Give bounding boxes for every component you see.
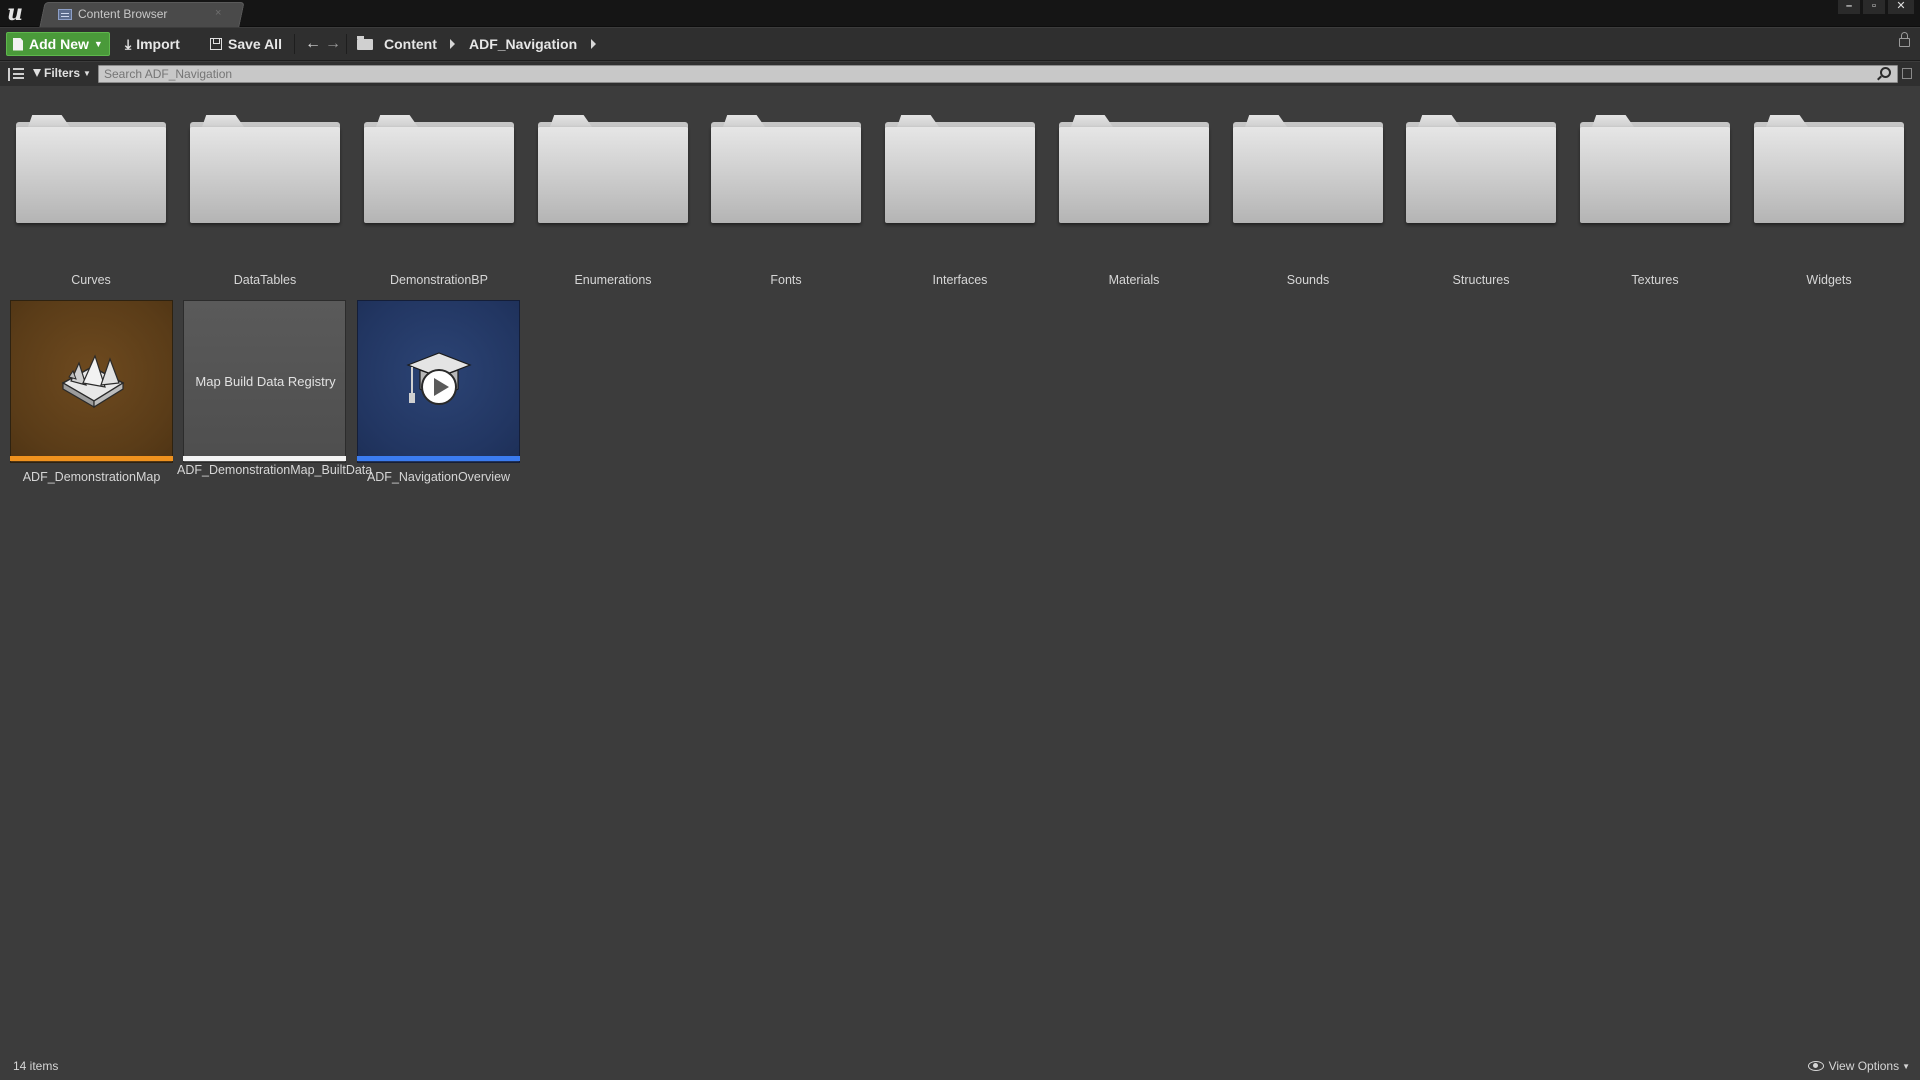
folder-curves[interactable]: Curves [16,115,166,305]
status-bar: 14 items View Options ▼ [0,1055,1920,1080]
add-new-button[interactable]: Add New ▼ [6,32,110,56]
asset-type-color-bar [183,456,346,461]
folder-icon [1754,115,1904,223]
add-new-label: Add New [29,36,89,52]
folder-icon [538,115,688,223]
save-all-button[interactable]: Save All [210,32,282,56]
filter-bar: Filters ▼ [0,62,1920,86]
folder-fonts[interactable]: Fonts [711,115,861,305]
folder-label: Enumerations [574,273,652,287]
tab-content-browser[interactable]: Content Browser × [42,2,242,27]
asset-thumbnail [10,300,173,463]
tab-label: Content Browser [78,7,168,21]
folder-open-icon[interactable] [357,36,373,50]
save-all-label: Save All [228,36,282,52]
filter-funnel-icon [33,69,41,77]
window-controls: – ▫ ✕ [1838,0,1914,14]
asset-thumbnail: Map Build Data Registry [183,300,346,463]
view-options-button[interactable]: View Options ▼ [1807,1059,1910,1073]
folder-widgets[interactable]: Widgets [1754,115,1904,305]
folder-sounds[interactable]: Sounds [1233,115,1383,305]
asset-thumbnail [357,300,520,463]
folder-label: Curves [71,273,111,287]
folder-icon [1580,115,1730,223]
breadcrumb-arrow-icon[interactable] [591,39,596,49]
breadcrumb-arrow-icon[interactable] [450,39,455,49]
title-bar: u Content Browser × – ▫ ✕ [0,0,1920,27]
folder-icon [16,115,166,223]
search-icon[interactable] [1880,67,1891,78]
folder-materials[interactable]: Materials [1059,115,1209,305]
folder-textures[interactable]: Textures [1580,115,1730,305]
folder-label: Structures [1452,273,1510,287]
folder-label: DataTables [233,273,297,287]
folder-label: Sounds [1286,273,1330,287]
level-map-icon [61,354,125,409]
toolbar: Add New ▼ ⤓ Import Save All ← → Content … [0,28,1920,61]
forward-arrow-icon[interactable]: → [325,35,341,53]
asset-type-color-bar [357,456,520,461]
asset-adf-navigation-overview[interactable]: ADF_NavigationOverview [357,300,520,510]
folder-demonstrationbp[interactable]: DemonstrationBP [364,115,514,305]
tutorial-play-icon [406,352,472,405]
restore-button[interactable]: ▫ [1863,0,1885,14]
toolbar-divider [294,34,295,54]
folder-icon [1059,115,1209,223]
folder-icon [190,115,340,223]
folder-interfaces[interactable]: Interfaces [885,115,1035,305]
breadcrumb-content[interactable]: Content [384,36,437,52]
save-icon [210,38,222,50]
lock-icon[interactable] [1899,32,1910,47]
asset-adf-demonstration-map-builtdata[interactable]: Map Build Data Registry ADF_Demonstratio… [177,300,372,510]
folder-enumerations[interactable]: Enumerations [538,115,688,305]
new-document-icon [13,37,23,51]
asset-adf-demonstration-map[interactable]: ADF_DemonstrationMap [10,300,173,510]
folder-structures[interactable]: Structures [1406,115,1556,305]
folder-icon [1233,115,1383,223]
tab-close-button[interactable]: × [215,7,221,19]
save-search-icon[interactable] [1902,68,1912,79]
content-browser-icon [58,9,72,20]
breadcrumb-adf-navigation[interactable]: ADF_Navigation [469,36,577,52]
back-arrow-icon[interactable]: ← [305,35,321,53]
minimize-button[interactable]: – [1838,0,1860,14]
chevron-down-icon: ▼ [1902,1061,1910,1071]
folder-label: Interfaces [932,273,988,287]
eye-icon [1807,1061,1824,1071]
asset-label: ADF_DemonstrationMap_BuiltData [177,463,373,477]
asset-type-color-bar [10,456,173,461]
import-icon: ⤓ [125,35,132,52]
import-label: Import [136,36,180,52]
search-input[interactable] [98,65,1898,83]
filters-label: Filters [44,66,81,80]
chevron-down-icon: ▼ [93,39,103,49]
import-button[interactable]: ⤓ Import [125,32,180,56]
folder-label: Textures [1631,273,1679,287]
folder-datatables[interactable]: DataTables [190,115,340,305]
folder-label: DemonstrationBP [390,273,488,287]
toolbar-divider [346,34,347,54]
asset-label: ADF_DemonstrationMap [22,470,161,484]
unreal-logo-icon: u [7,0,23,26]
view-options-label: View Options [1828,1059,1900,1073]
folder-icon [364,115,514,223]
chevron-down-icon: ▼ [83,68,91,78]
filters-button[interactable]: Filters ▼ [33,66,91,80]
asset-label: ADF_NavigationOverview [366,470,511,484]
asset-view: Curves DataTables DemonstrationBP Enumer… [0,87,1920,1055]
folder-icon [1406,115,1556,223]
thumbnail-type-text: Map Build Data Registry [195,374,336,389]
folder-label: Widgets [1806,273,1852,287]
sources-panel-toggle-icon[interactable] [8,68,24,81]
close-window-button[interactable]: ✕ [1888,0,1914,14]
folder-icon [885,115,1035,223]
folder-label: Fonts [770,273,802,287]
item-count: 14 items [13,1059,59,1073]
folder-label: Materials [1108,273,1160,287]
folder-icon [711,115,861,223]
